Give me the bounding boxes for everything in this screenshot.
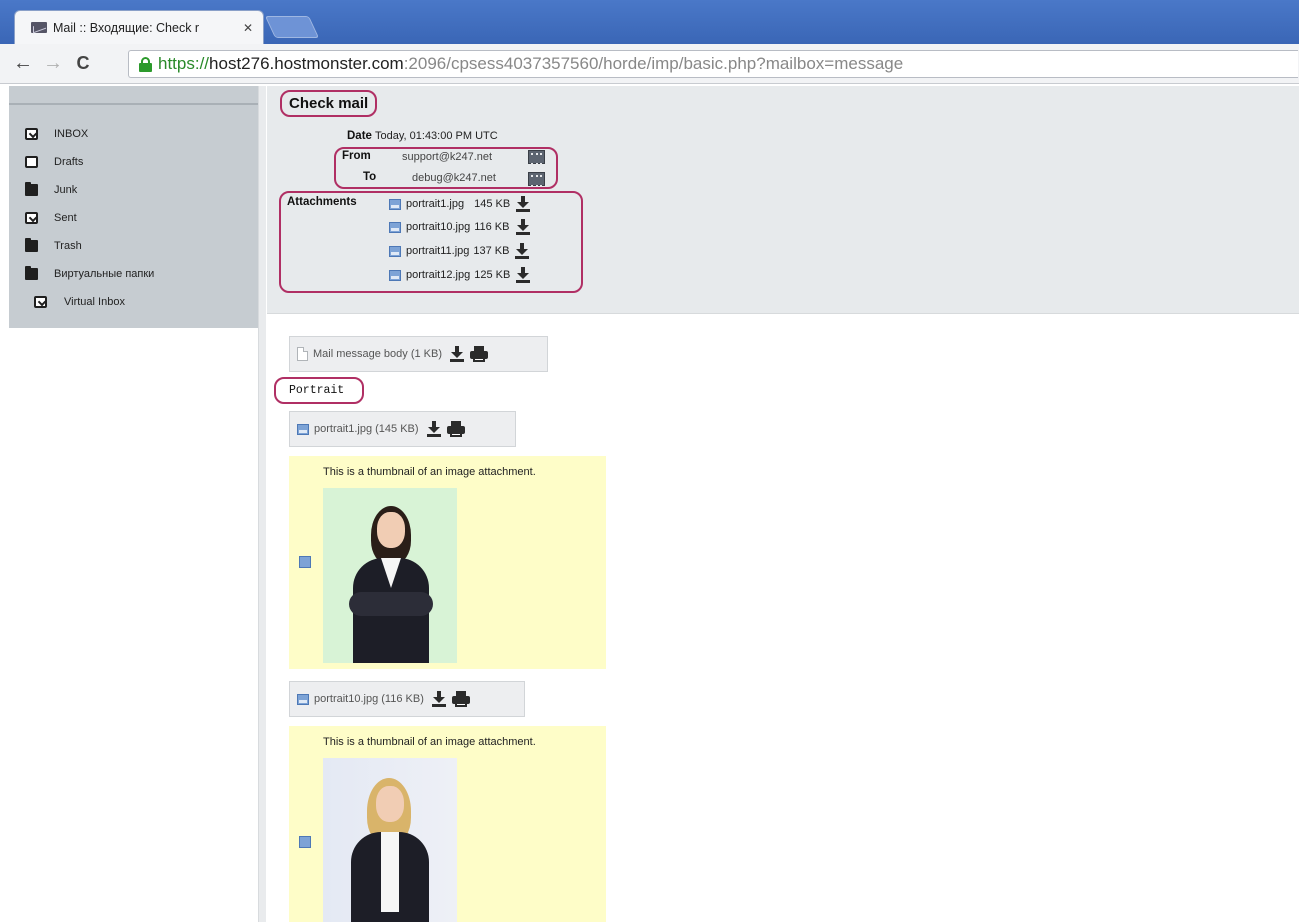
attachment-name[interactable]: portrait12.jpg: [406, 269, 470, 281]
attachment-row[interactable]: portrait1.jpg 145 KB: [389, 193, 531, 215]
message-body-text: Portrait: [289, 384, 345, 397]
attachment-row[interactable]: portrait10.jpg 116 KB: [389, 216, 530, 238]
portrait-thumbnail-image[interactable]: [323, 758, 457, 922]
inbox-icon: [25, 128, 38, 140]
browser-tab[interactable]: Mail :: Входящие: Check r ✕: [14, 10, 264, 44]
thumbnail-caption: This is a thumbnail of an image attachme…: [323, 466, 536, 478]
folder-label: Drafts: [54, 156, 84, 168]
inbox-icon: [34, 296, 47, 308]
attachment-size: 116 KB: [474, 221, 510, 233]
sidebar-splitter[interactable]: [258, 86, 266, 922]
drafts-icon: [25, 156, 38, 168]
download-icon[interactable]: [450, 346, 464, 362]
attachment-name[interactable]: portrait11.jpg: [406, 245, 469, 257]
tab-title: Mail :: Входящие: Check r: [53, 20, 200, 35]
folder-drafts[interactable]: Drafts: [9, 148, 258, 176]
sidebar-divider: [9, 103, 258, 105]
image-file-icon: [297, 423, 309, 435]
folder-label: Virtual Inbox: [64, 296, 125, 308]
browser-tab-strip: Mail :: Входящие: Check r ✕: [0, 0, 1299, 44]
address-bar[interactable]: https://host276.hostmonster.com:2096/cps…: [128, 50, 1298, 78]
image-file-icon: [389, 269, 401, 281]
part-label[interactable]: portrait1.jpg (145 KB): [314, 423, 419, 435]
print-icon[interactable]: [470, 346, 488, 362]
folder-icon: [25, 238, 38, 252]
folder-trash[interactable]: Trash: [9, 232, 258, 260]
folder-virtual-folders[interactable]: Виртуальные папки: [9, 260, 258, 288]
forward-arrow-icon[interactable]: →: [38, 52, 68, 75]
lock-icon: [139, 56, 152, 72]
attachment-name[interactable]: portrait1.jpg: [406, 198, 464, 210]
url-host: host276.hostmonster.com: [209, 54, 404, 73]
image-file-icon: [389, 245, 401, 257]
print-icon[interactable]: [451, 691, 470, 707]
add-contact-icon[interactable]: [528, 172, 545, 187]
attachment-size: 145 KB: [474, 198, 511, 210]
folder-label: Trash: [54, 240, 82, 252]
back-arrow-icon[interactable]: ←: [8, 52, 38, 75]
mail-icon: [31, 22, 47, 33]
reload-icon[interactable]: C: [68, 53, 98, 74]
download-icon[interactable]: [516, 196, 531, 212]
part-label[interactable]: Mail message body (1 KB): [313, 348, 442, 360]
folder-label: Junk: [54, 184, 78, 196]
folder-virtual-inbox[interactable]: Virtual Inbox: [9, 288, 258, 316]
image-part-bar: portrait1.jpg (145 KB): [289, 411, 516, 447]
image-file-icon[interactable]: [299, 556, 311, 568]
url-scheme: https://: [158, 54, 210, 73]
sent-icon: [25, 212, 38, 224]
date-label: Date: [347, 130, 372, 142]
folder-label: INBOX: [54, 128, 89, 140]
attachment-name[interactable]: portrait10.jpg: [406, 221, 470, 233]
image-file-icon: [389, 198, 401, 210]
print-icon[interactable]: [446, 421, 465, 437]
folder-icon: [25, 266, 38, 280]
message-header: Check mail Date Today, 01:43:00 PM UTC F…: [267, 86, 1299, 314]
portrait-thumbnail-image[interactable]: [323, 488, 457, 663]
image-thumbnail-box: This is a thumbnail of an image attachme…: [289, 726, 606, 922]
new-tab-button[interactable]: [264, 16, 320, 38]
add-contact-icon[interactable]: [528, 150, 545, 165]
part-label[interactable]: portrait10.jpg (116 KB): [314, 693, 424, 705]
browser-toolbar: ← → C https://host276.hostmonster.com:20…: [0, 44, 1299, 84]
url-path: :2096/cpsess4037357560/horde/imp/basic.p…: [403, 54, 904, 73]
folder-label: Sent: [54, 212, 77, 224]
folder-list: INBOX Drafts Junk Sent Trash Виртуальные…: [9, 120, 258, 316]
date-value: Today, 01:43:00 PM UTC: [375, 130, 498, 142]
mail-body-part: Mail message body (1 KB): [289, 336, 548, 372]
folder-junk[interactable]: Junk: [9, 176, 258, 204]
to-label: To: [363, 171, 377, 183]
close-tab-icon[interactable]: ✕: [243, 21, 253, 35]
download-icon[interactable]: [431, 691, 446, 707]
folder-icon: [25, 182, 38, 196]
image-part-bar: portrait10.jpg (116 KB): [289, 681, 525, 717]
from-address[interactable]: support@k247.net: [402, 151, 492, 163]
image-thumbnail-box: This is a thumbnail of an image attachme…: [289, 456, 606, 669]
image-file-icon: [297, 693, 309, 705]
download-icon[interactable]: [515, 243, 530, 259]
download-icon[interactable]: [426, 421, 441, 437]
folder-sent[interactable]: Sent: [9, 204, 258, 232]
folder-sidebar: INBOX Drafts Junk Sent Trash Виртуальные…: [9, 86, 258, 328]
document-icon: [297, 347, 308, 361]
attachments-label: Attachments: [287, 196, 357, 208]
attachment-size: 125 KB: [474, 269, 511, 281]
folder-inbox[interactable]: INBOX: [9, 120, 258, 148]
thumbnail-caption: This is a thumbnail of an image attachme…: [323, 736, 536, 748]
image-file-icon: [389, 221, 401, 233]
from-label: From: [342, 150, 371, 162]
download-icon[interactable]: [516, 267, 531, 283]
attachment-row[interactable]: portrait11.jpg 137 KB: [389, 240, 530, 262]
to-address[interactable]: debug@k247.net: [412, 172, 496, 184]
message-subject: Check mail: [280, 90, 378, 117]
attachment-row[interactable]: portrait12.jpg 125 KB: [389, 264, 531, 286]
attachment-size: 137 KB: [473, 245, 510, 257]
folder-label: Виртуальные папки: [54, 268, 155, 280]
download-icon[interactable]: [515, 219, 530, 235]
image-file-icon[interactable]: [299, 836, 311, 848]
